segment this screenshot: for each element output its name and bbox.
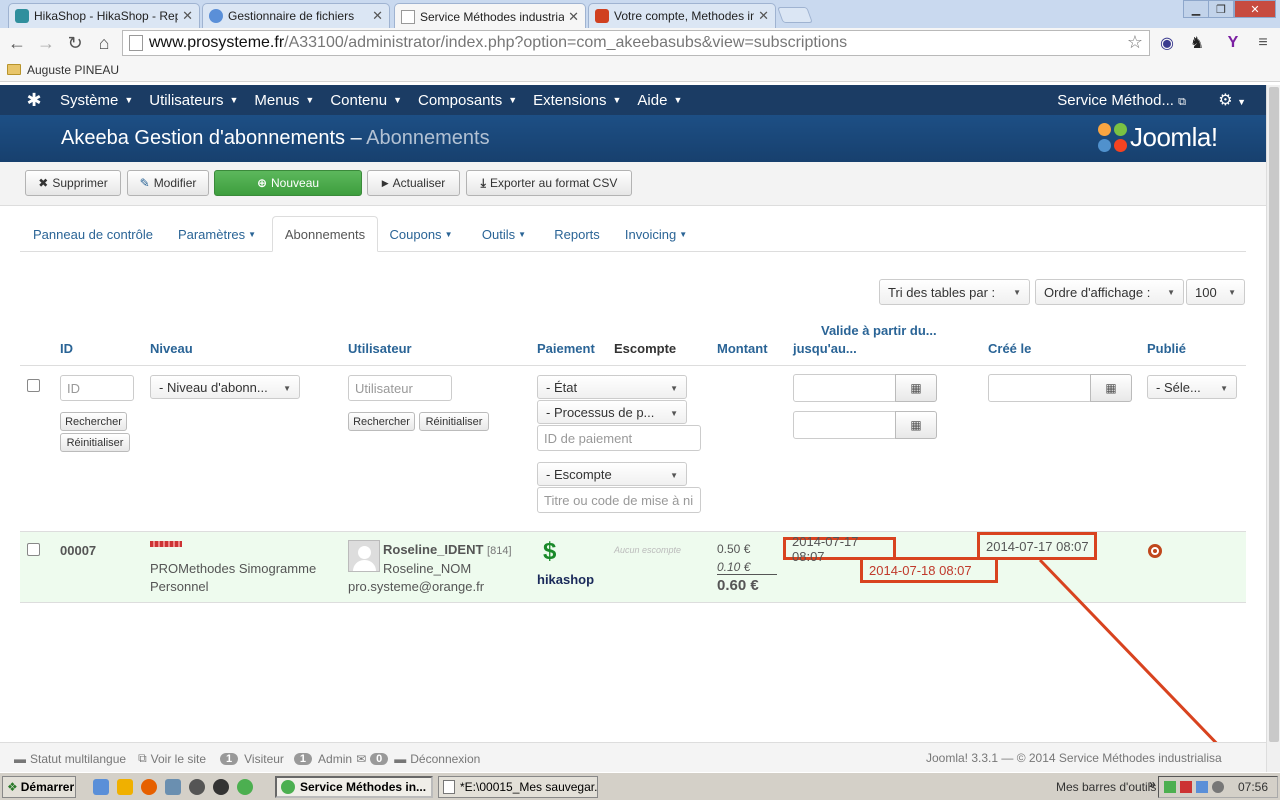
admin-label: Admin <box>318 751 353 766</box>
view-site-link[interactable]: Voir le site <box>151 752 206 766</box>
update-icon[interactable] <box>1212 781 1224 793</box>
chrome-quicklaunch-icon[interactable] <box>237 779 253 795</box>
mail-icon: ✉ <box>356 751 367 766</box>
multilang-status[interactable]: Statut multilangue <box>30 752 126 766</box>
multilang-icon: ▬ <box>14 751 26 766</box>
expand-toolbars-icon[interactable]: » <box>1149 777 1156 791</box>
external-link-icon: ⧉ <box>138 751 147 765</box>
start-button[interactable]: ❖ Démarrer <box>2 776 76 798</box>
logout-link[interactable]: Déconnexion <box>410 752 480 766</box>
version-footer: Joomla! 3.3.1 — © 2014 Service Méthodes … <box>926 751 1222 765</box>
media-quicklaunch-icon[interactable] <box>213 779 229 795</box>
firefox-quicklaunch-icon[interactable] <box>141 779 157 795</box>
system-tray: 07:56 <box>1158 776 1278 798</box>
office-quicklaunch-icon[interactable] <box>117 779 133 795</box>
tray-app-icon[interactable] <box>1164 781 1176 793</box>
network-error-icon[interactable] <box>1180 781 1192 793</box>
volume-icon[interactable] <box>1196 781 1208 793</box>
messages-badge[interactable]: 0 <box>370 752 389 765</box>
toolbars-label[interactable]: Mes barres d'outils <box>1056 780 1156 794</box>
visitors-label: Visiteur <box>244 751 284 766</box>
start-label: Démarrer <box>20 780 75 794</box>
chrome-icon <box>281 780 295 794</box>
minus-icon: ▬ <box>394 751 407 766</box>
windows-taskbar: ❖ Démarrer Service Méthodes in... *E:\000… <box>0 772 1280 800</box>
window-label: *E:\00015_Mes sauvegar... <box>460 780 598 794</box>
admin-status-bar: ▬ Statut multilangue ⧉ Voir le site 1 Vi… <box>0 742 1266 772</box>
visitors-badge: 1 <box>220 752 239 765</box>
taskbar-window-notepad[interactable]: *E:\00015_Mes sauvegar... <box>438 776 598 798</box>
scrollbar-thumb[interactable] <box>1269 87 1279 742</box>
admin-badge: 1 <box>293 752 313 765</box>
page-scrollbar[interactable] <box>1266 85 1280 772</box>
app-quicklaunch-icon[interactable] <box>165 779 181 795</box>
annotation-arrow <box>1038 558 1256 785</box>
notepad-icon <box>443 780 455 794</box>
windows-logo-icon: ❖ <box>7 780 18 794</box>
ie-quicklaunch-icon[interactable] <box>93 779 109 795</box>
window-label: Service Méthodes in... <box>300 780 427 794</box>
clock: 07:56 <box>1238 780 1269 794</box>
taskbar-window-chrome[interactable]: Service Méthodes in... <box>275 776 433 798</box>
settings-quicklaunch-icon[interactable] <box>189 779 205 795</box>
